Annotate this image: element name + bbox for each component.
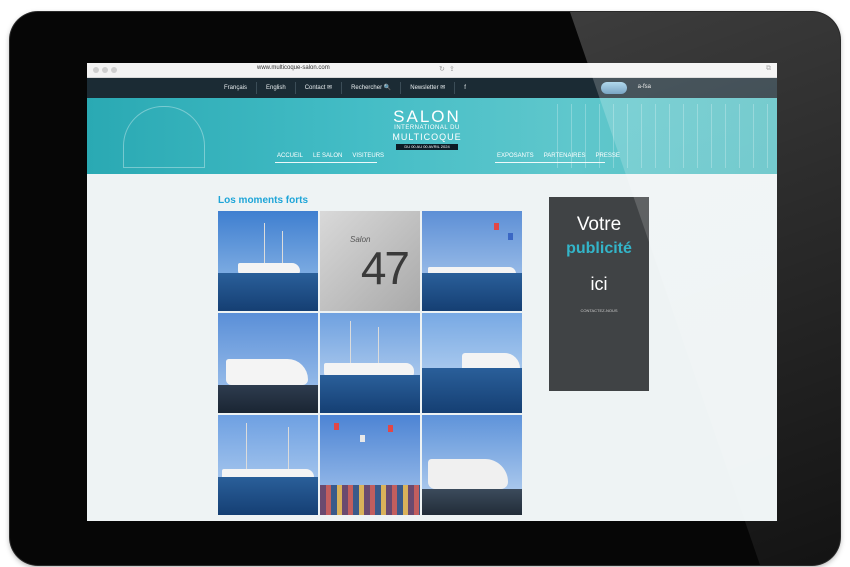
forward-icon[interactable] (102, 67, 108, 73)
gallery-photo-crowd-flags[interactable] (320, 415, 420, 515)
site-logo[interactable]: SALON INTERNATIONAL DU MULTICOQUE DU 00 … (387, 108, 467, 150)
facebook-icon[interactable]: f (454, 82, 475, 94)
gallery-photo-yacht-reflection[interactable] (422, 313, 522, 413)
nav-search[interactable]: Rechercher 🔍 (341, 82, 400, 94)
nav-underline-left (275, 162, 377, 163)
logo-international: INTERNATIONAL DU (394, 125, 460, 131)
nav-exposants[interactable]: EXPOSANTS (497, 153, 534, 159)
ad-contact: CONTACTEZ-NOUS (580, 308, 618, 313)
browser-toolbar: www.multicoque-salon.com ↻ ⇪ ⧉ (87, 63, 777, 78)
nav-underline-right (495, 162, 605, 163)
gallery-photo-motor-yacht[interactable] (422, 415, 522, 515)
nav-accueil[interactable]: ACCUEIL (277, 153, 303, 159)
header-banner: SALON INTERNATIONAL DU MULTICOQUE DU 00 … (87, 98, 777, 174)
tablet-frame: www.multicoque-salon.com ↻ ⇪ ⧉ Français … (10, 12, 840, 565)
gallery-photo-harbor-flags[interactable] (422, 211, 522, 311)
nav-english[interactable]: English (256, 82, 295, 94)
gallery-photo-sailboat-pier[interactable] (218, 415, 318, 515)
nav-presse[interactable]: PRESSE (595, 153, 619, 159)
tile-47-text: 47 (360, 242, 410, 294)
nav-newsletter[interactable]: Newsletter ✉ (400, 82, 454, 94)
partner-logo-text: a-fsa (637, 84, 651, 90)
top-navigation: Français English Contact ✉ Rechercher 🔍 … (87, 78, 777, 98)
nav-contact[interactable]: Contact ✉ (294, 82, 341, 94)
logo-salon: SALON (393, 107, 461, 126)
gallery-photo-dock-catamarans[interactable] (320, 313, 420, 413)
partner-logo[interactable] (601, 82, 627, 94)
share-icon[interactable]: ⇪ (449, 65, 455, 73)
gallery-photo-salon-47[interactable]: Salon 47 (320, 211, 420, 311)
nav-partenaires[interactable]: PARTENAIRES (544, 153, 586, 159)
nav-francais[interactable]: Français (215, 82, 256, 94)
sidebar-icon[interactable] (111, 67, 117, 73)
logo-multicoque: MULTICOQUE (392, 132, 462, 142)
address-bar[interactable]: www.multicoque-salon.com (257, 65, 330, 71)
ad-votre: Votre (576, 214, 622, 235)
banner-building-graphic (123, 106, 205, 168)
main-nav-right: EXPOSANTS PARTENAIRES PRESSE (497, 153, 620, 159)
photo-gallery: Salon 47 (218, 211, 522, 515)
browser-screen: www.multicoque-salon.com ↻ ⇪ ⧉ Français … (87, 63, 777, 521)
reload-icon[interactable]: ↻ (439, 65, 445, 73)
ad-ici: ici (590, 274, 608, 294)
tabs-icon[interactable]: ⧉ (766, 65, 771, 73)
advertisement-box[interactable]: Votre publicité ici CONTACTEZ-NOUS (549, 197, 649, 391)
nav-visiteurs[interactable]: VISITEURS (352, 153, 384, 159)
section-heading: Los moments forts (218, 195, 309, 206)
main-content: Los moments forts Salon 47 Votre publici… (87, 174, 777, 521)
gallery-photo-catamaran-marina[interactable] (218, 211, 318, 311)
ad-publicite: publicité (566, 240, 632, 257)
gallery-photo-catamaran-bow[interactable] (218, 313, 318, 413)
window-controls (93, 67, 117, 73)
nav-le-salon[interactable]: LE SALON (313, 153, 342, 159)
event-dates: DU 00 AU 00 AVRIL 2024 (396, 144, 458, 150)
back-icon[interactable] (93, 67, 99, 73)
main-nav-left: ACCUEIL LE SALON VISITEURS (277, 153, 384, 159)
